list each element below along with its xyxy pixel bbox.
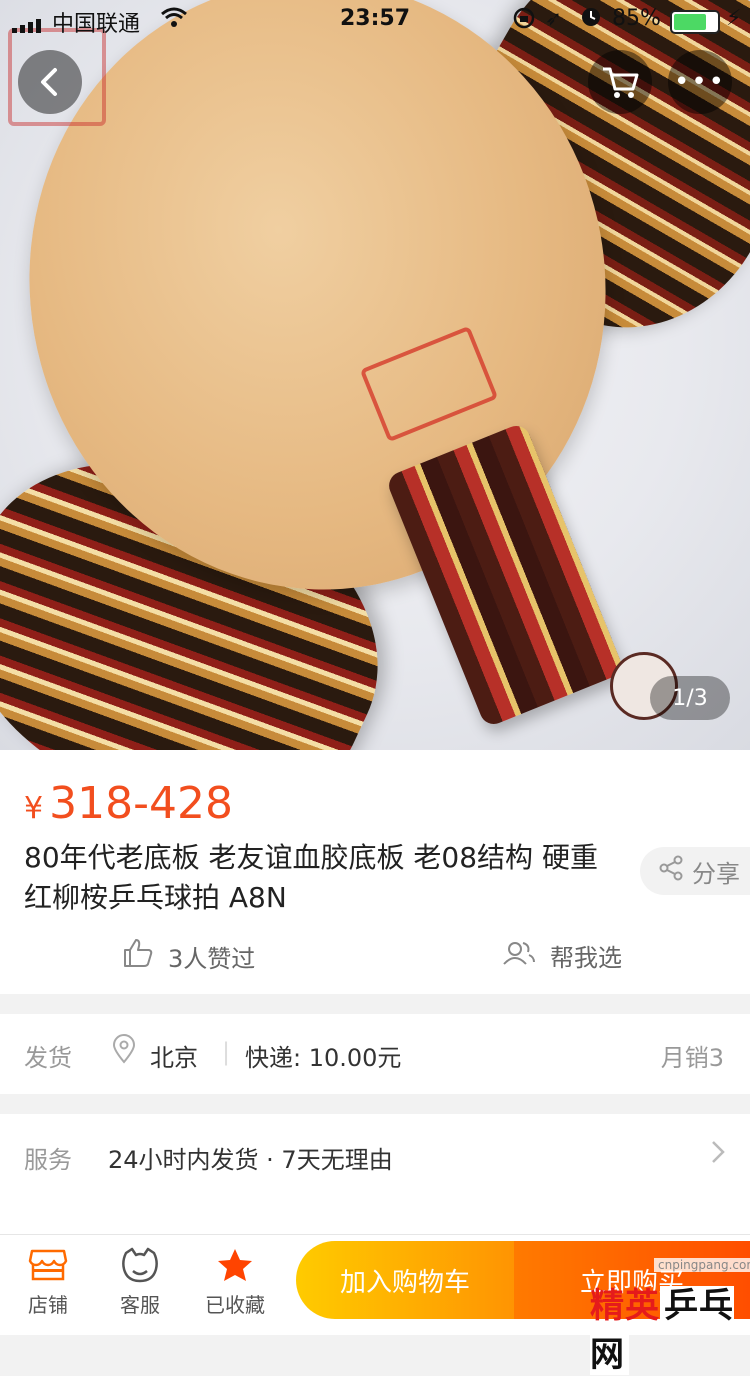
favorite-tab[interactable]: 已收藏 [195, 1247, 275, 1318]
image-pager: 1/3 [650, 676, 730, 720]
service-label: 服务 [24, 1146, 72, 1174]
add-to-cart-button[interactable]: 加入购物车 [296, 1241, 514, 1319]
cart-icon [603, 67, 639, 98]
separator: | [222, 1038, 231, 1066]
location-icon: ➶ [545, 6, 562, 30]
watermark-domain: cnpingpang.com [654, 1258, 750, 1272]
service-row[interactable]: 服务 24小时内发货 · 7天无理由 [0, 1114, 750, 1234]
shipping-fee: 快递: 10.00元 [245, 1044, 402, 1072]
cart-button[interactable] [588, 50, 652, 114]
shop-tab[interactable]: 店铺 [8, 1247, 88, 1318]
more-button[interactable]: ••• [668, 50, 732, 114]
customer-service-label: 客服 [120, 1293, 160, 1317]
status-bar: 中国联通 23:57 ➶ 85% ⚡ [0, 0, 750, 40]
share-icon [658, 855, 684, 887]
chevron-right-icon [710, 1138, 726, 1173]
battery-level [674, 14, 706, 30]
alarm-icon [580, 6, 602, 34]
charging-icon: ⚡ [726, 6, 742, 31]
share-button[interactable]: 分享 [640, 847, 750, 895]
likes-label: 3人赞过 [168, 944, 256, 973]
shipping-row: 发货 北京 | 快递: 10.00元 月销3 [0, 1014, 750, 1094]
shop-label: 店铺 [28, 1293, 68, 1317]
shipping-label: 发货 [24, 1044, 72, 1072]
star-icon [195, 1247, 275, 1287]
thumbs-up-icon [122, 938, 154, 974]
monthly-sales: 月销3 [660, 1044, 724, 1072]
customer-service-icon [100, 1247, 180, 1287]
help-me-choose-label: 帮我选 [550, 944, 622, 972]
likes-button[interactable]: 3人赞过 [122, 938, 255, 974]
battery-percentage: 85% [612, 6, 661, 31]
site-watermark: cnpingpang.com 精英 乒乓网 [560, 1244, 750, 1375]
price: ¥318-428 [24, 778, 233, 829]
battery-icon [670, 10, 720, 34]
shipping-location: 北京 [150, 1044, 198, 1072]
product-title: 80年代老底板 老友谊血胶底板 老08结构 硬重 红柳桉乒乓球拍 A8N [24, 841, 598, 914]
product-image[interactable]: 1/3 [0, 0, 750, 750]
chevron-left-icon [41, 68, 57, 96]
people-icon [502, 940, 536, 972]
location-pin-icon [112, 1034, 136, 1071]
lock-rotation-icon [512, 6, 536, 36]
more-dots-icon: ••• [673, 67, 726, 97]
currency-symbol: ¥ [24, 791, 44, 826]
share-label: 分享 [692, 859, 740, 888]
customer-service-tab[interactable]: 客服 [100, 1247, 180, 1318]
store-icon [8, 1247, 88, 1287]
help-me-choose-button[interactable]: 帮我选 [502, 938, 622, 973]
favorite-label: 已收藏 [205, 1293, 265, 1317]
watermark-brand-main: 精英 [590, 1286, 660, 1326]
price-range: 318-428 [49, 778, 233, 829]
service-text: 24小时内发货 · 7天无理由 [108, 1146, 393, 1174]
product-info-card: ¥318-428 80年代老底板 老友谊血胶底板 老08结构 硬重 红柳桉乒乓球… [0, 750, 750, 994]
paddle-handle-image [384, 421, 626, 729]
back-button[interactable] [18, 50, 82, 114]
watermark-brand: 精英 乒乓网 [590, 1278, 750, 1376]
